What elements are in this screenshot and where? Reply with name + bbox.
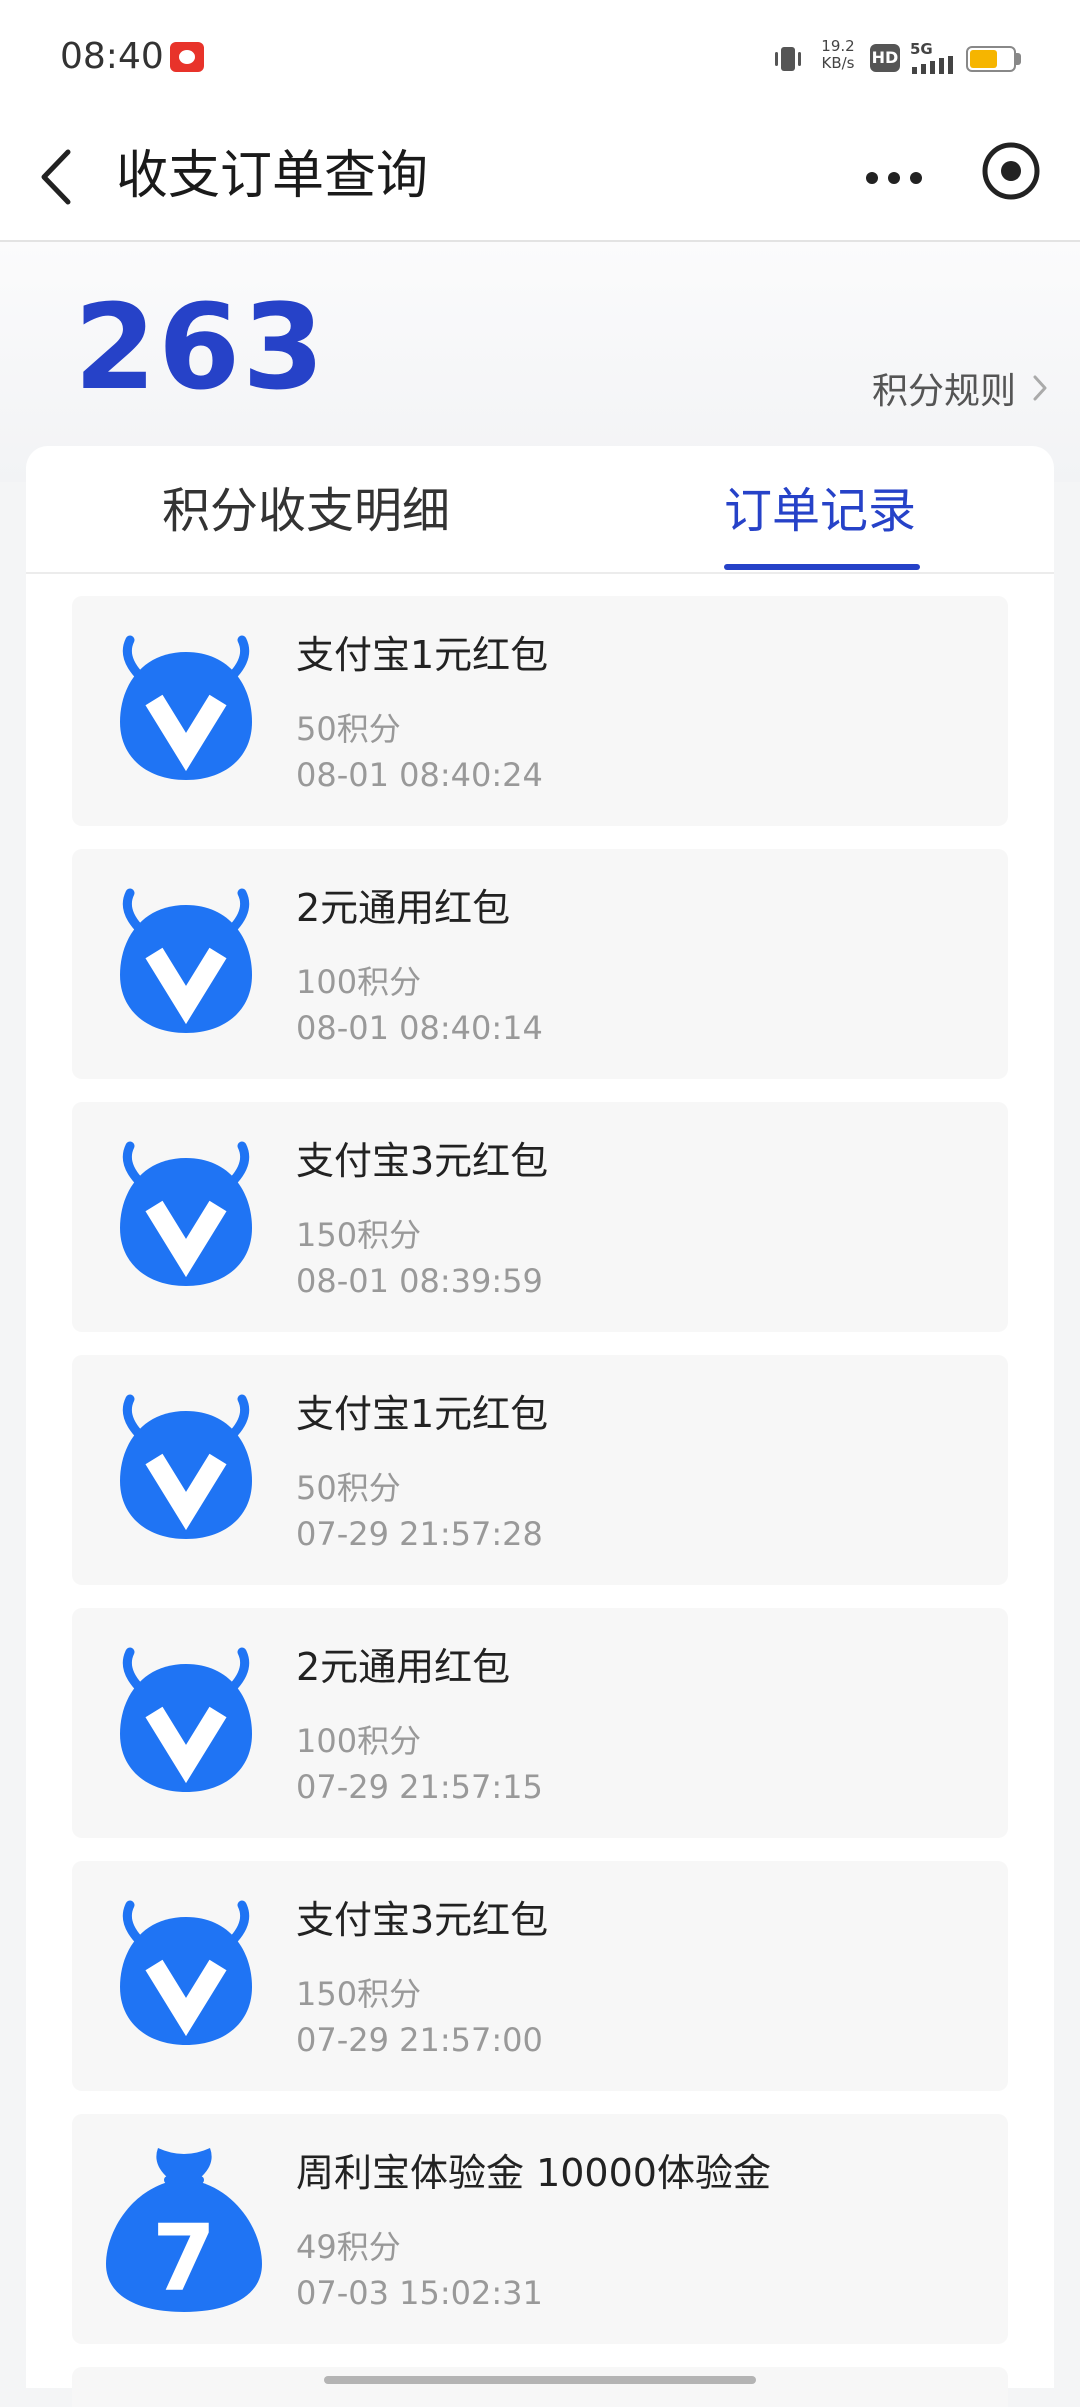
- v-pouch-icon: [120, 1900, 252, 2045]
- more-dot-icon: [866, 172, 878, 184]
- network-speed-unit: KB/s: [821, 54, 855, 72]
- more-dot-icon: [910, 172, 922, 184]
- tab-order-records[interactable]: 订单记录: [724, 446, 916, 570]
- order-card[interactable]: 7 周利宝体验金 10000体验金 49积分 07-03 15:02:31: [72, 2114, 1008, 2344]
- signal-bars-icon: [912, 56, 953, 74]
- chevron-right-icon: [1033, 375, 1047, 401]
- order-points: 100积分: [296, 1722, 422, 1760]
- notification-app-icon: [170, 42, 204, 72]
- tab-points-detail[interactable]: 积分收支明细: [162, 446, 450, 570]
- v-pouch-icon: [120, 635, 252, 780]
- hd-badge-icon: HD: [870, 44, 900, 72]
- chevron-left-icon[interactable]: [34, 142, 84, 212]
- v-pouch-icon: [120, 1141, 252, 1286]
- battery-icon: [966, 46, 1016, 72]
- status-time: 08:40: [60, 36, 164, 77]
- order-points: 100积分: [296, 963, 422, 1001]
- order-title: 周利宝体验金 10000体验金: [296, 2151, 771, 2195]
- signal-5g-icon: 5G: [910, 40, 960, 74]
- order-points: 50积分: [296, 710, 401, 748]
- battery-fill: [970, 50, 997, 68]
- order-title: 支付宝1元红包: [296, 633, 549, 677]
- order-card[interactable]: 支付宝1元红包 50积分 07-29 21:57:28: [72, 1355, 1008, 1585]
- order-card[interactable]: 支付宝3元红包 150积分 08-01 08:39:59: [72, 1102, 1008, 1332]
- order-list: 支付宝1元红包 50积分 08-01 08:40:24 2元通用红包 100积分…: [72, 596, 1008, 2407]
- status-bar: 08:40 19.2 KB/s HD 5G: [0, 0, 1080, 112]
- battery-cap: [1016, 53, 1021, 65]
- v-pouch-icon: [120, 1647, 252, 1792]
- network-speed: 19.2 KB/s: [816, 38, 860, 72]
- order-time: 07-29 21:57:00: [296, 2021, 543, 2059]
- order-title: 支付宝1元红包: [296, 1392, 549, 1436]
- v-pouch-icon: [120, 1394, 252, 1539]
- more-dot-icon: [888, 172, 900, 184]
- order-time: 08-01 08:40:24: [296, 756, 543, 794]
- order-title: 2元通用红包: [296, 886, 511, 930]
- order-title: 2元通用红包: [296, 1645, 511, 1689]
- vibrate-icon: [775, 47, 801, 71]
- order-time: 08-01 08:39:59: [296, 1262, 543, 1300]
- order-title: 支付宝3元红包: [296, 1898, 549, 1942]
- points-rules-link[interactable]: 积分规则: [872, 360, 1052, 416]
- points-balance: 263: [74, 278, 327, 416]
- tab-divider: [26, 572, 1054, 574]
- svg-text:7: 7: [152, 2205, 216, 2312]
- order-time: 07-03 15:02:31: [296, 2274, 543, 2312]
- order-card[interactable]: 支付宝1元红包 50积分 08-01 08:40:24: [72, 596, 1008, 826]
- v-pouch-icon: [120, 888, 252, 1033]
- order-time: 08-01 08:40:14: [296, 1009, 543, 1047]
- order-points: 150积分: [296, 1975, 422, 2013]
- seven-money-bag-icon: 7: [106, 2148, 262, 2312]
- order-time: 07-29 21:57:28: [296, 1515, 543, 1553]
- page-title: 收支订单查询: [116, 146, 429, 206]
- network-speed-value: 19.2: [821, 37, 855, 55]
- active-tab-indicator: [724, 564, 920, 570]
- order-title: 支付宝3元红包: [296, 1139, 549, 1183]
- order-card[interactable]: 支付宝3元红包 150积分 07-29 21:57:00: [72, 1861, 1008, 2091]
- target-circle-icon[interactable]: [980, 140, 1042, 202]
- order-points: 49积分: [296, 2228, 401, 2266]
- points-rules-label: 积分规则: [871, 371, 1016, 412]
- order-points: 150积分: [296, 1216, 422, 1254]
- more-button[interactable]: [860, 152, 928, 204]
- order-card[interactable]: 2元通用红包 100积分 07-29 21:57:15: [72, 1608, 1008, 1838]
- order-card[interactable]: [72, 2367, 1008, 2407]
- order-card[interactable]: 2元通用红包 100积分 08-01 08:40:14: [72, 849, 1008, 1079]
- order-time: 07-29 21:57:15: [296, 1768, 543, 1806]
- order-points: 50积分: [296, 1469, 401, 1507]
- nav-bar: 收支订单查询: [0, 112, 1080, 242]
- home-gesture-bar[interactable]: [324, 2376, 756, 2384]
